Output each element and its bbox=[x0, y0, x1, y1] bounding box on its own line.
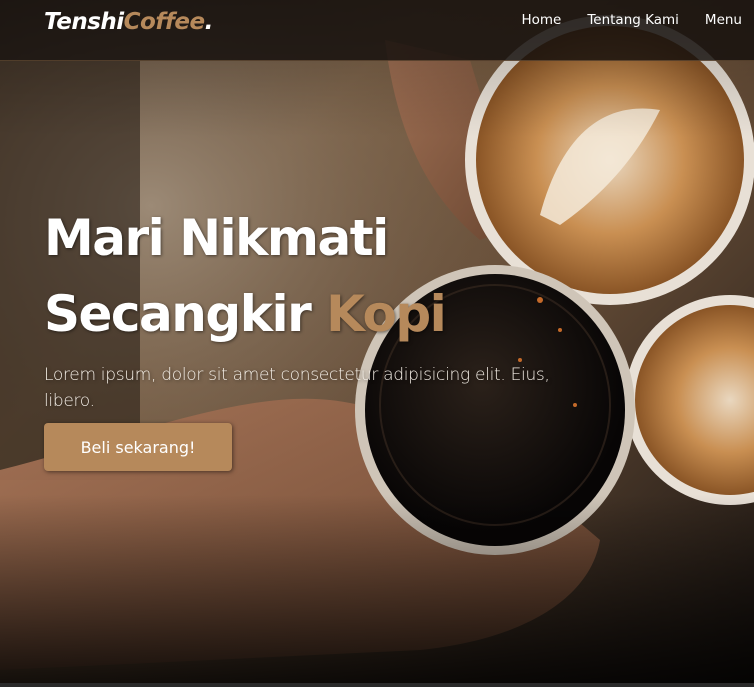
headline-line-1: Mari Nikmati bbox=[44, 209, 389, 267]
brand-dot: . bbox=[204, 9, 214, 35]
bottom-edge bbox=[0, 683, 754, 687]
navbar: TenshiCoffee. Home Tentang Kami Menu bbox=[0, 0, 754, 61]
nav-link-home[interactable]: Home bbox=[521, 12, 561, 28]
buy-now-button[interactable]: Beli sekarang! bbox=[44, 423, 232, 471]
hero-description: Lorem ipsum, dolor sit amet consectetur … bbox=[44, 365, 550, 411]
brand-name-accent: Coffee bbox=[123, 9, 205, 35]
brand-logo[interactable]: TenshiCoffee. bbox=[44, 9, 213, 35]
headline-accent-word: Kopi bbox=[326, 285, 447, 343]
nav-links: Home Tentang Kami Menu bbox=[495, 12, 742, 28]
hero-content: Mari Nikmati Secangkir Kopi Lorem ipsum,… bbox=[44, 200, 604, 414]
brand-name: Tenshi bbox=[44, 9, 124, 35]
headline-line-2: Secangkir bbox=[44, 285, 327, 343]
nav-link-menu[interactable]: Menu bbox=[705, 12, 742, 28]
nav-link-tentang-kami[interactable]: Tentang Kami bbox=[587, 12, 679, 28]
hero-headline: Mari Nikmati Secangkir Kopi bbox=[44, 200, 604, 352]
